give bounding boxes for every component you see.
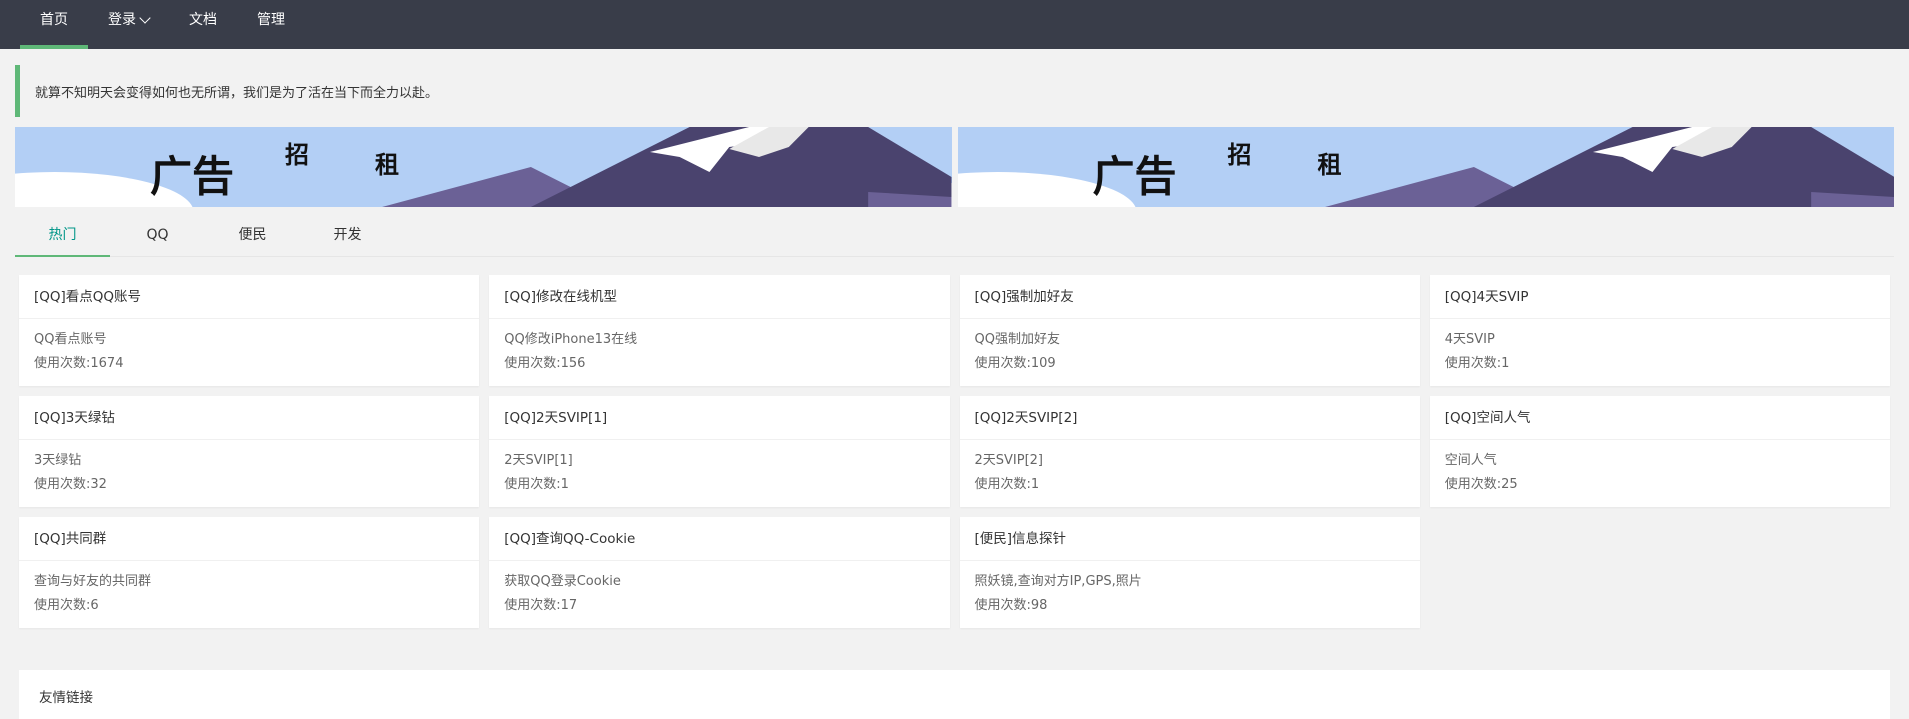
card-description: 查询与好友的共同群 <box>34 574 152 589</box>
ad-text-main: 广告 <box>150 152 235 201</box>
tool-card[interactable]: [QQ]3天绿钻 3天绿钻 使用次数:32 <box>19 396 480 507</box>
nav-item-docs[interactable]: 文档 <box>169 0 237 49</box>
card-title: [QQ]4天SVIP <box>1429 275 1890 319</box>
top-navbar: 首页 登录 文档 管理 <box>0 0 1909 49</box>
card-usage: 使用次数:25 <box>1444 477 1518 492</box>
friend-links-title: 友情链接 <box>39 690 93 706</box>
tab-dev[interactable]: 开发 <box>300 215 395 256</box>
card-description: QQ强制加好友 <box>974 332 1060 347</box>
card-title: [QQ]修改在线机型 <box>489 275 950 319</box>
tool-card[interactable]: [QQ]4天SVIP 4天SVIP 使用次数:1 <box>1429 275 1890 386</box>
nav-item-home[interactable]: 首页 <box>20 0 88 49</box>
nav-item-label: 登录 <box>108 12 136 28</box>
tool-card[interactable]: [QQ]查询QQ-Cookie 获取QQ登录Cookie 使用次数:17 <box>489 517 950 628</box>
card-usage: 使用次数:32 <box>34 477 107 492</box>
tool-card[interactable]: [QQ]2天SVIP[1] 2天SVIP[1] 使用次数:1 <box>489 396 950 507</box>
card-description: 照妖镜,查询对方IP,GPS,照片 <box>974 574 1142 589</box>
nav-item-label: 文档 <box>189 12 217 28</box>
chevron-down-icon <box>139 12 151 24</box>
card-usage: 使用次数:1 <box>1444 356 1510 371</box>
tool-card[interactable]: [QQ]看点QQ账号 QQ看点账号 使用次数:1674 <box>19 275 480 386</box>
card-title: [QQ]3天绿钻 <box>19 396 480 440</box>
card-title: [QQ]看点QQ账号 <box>19 275 480 319</box>
nav-item-label: 管理 <box>257 12 285 28</box>
ad-text-zu: 租 <box>1317 150 1342 179</box>
card-usage: 使用次数:1 <box>974 477 1040 492</box>
ad-banner-1[interactable]: 广告 招 租 <box>15 127 952 207</box>
card-title: [QQ]空间人气 <box>1429 396 1890 440</box>
ad-banners: 广告 招 租 广告 招 租 <box>15 127 1894 207</box>
nav-item-label: 首页 <box>40 12 68 28</box>
card-description: 获取QQ登录Cookie <box>504 574 621 589</box>
notice-text: 就算不知明天会变得如何也无所谓，我们是为了活在当下而全力以赴。 <box>35 85 439 101</box>
card-description: 2天SVIP[1] <box>504 453 573 468</box>
ad-text-zhao: 招 <box>285 140 309 169</box>
nav-item-admin[interactable]: 管理 <box>237 0 305 49</box>
tool-card[interactable]: [QQ]2天SVIP[2] 2天SVIP[2] 使用次数:1 <box>959 396 1420 507</box>
tool-card-grid: [QQ]看点QQ账号 QQ看点账号 使用次数:1674 [QQ]修改在线机型 Q… <box>15 275 1894 628</box>
card-description: 4天SVIP <box>1444 332 1495 347</box>
nav-item-login[interactable]: 登录 <box>88 0 169 49</box>
card-usage: 使用次数:98 <box>974 598 1048 613</box>
tab-qq[interactable]: QQ <box>110 215 205 256</box>
card-usage: 使用次数:109 <box>974 356 1056 371</box>
tool-card[interactable]: [QQ]强制加好友 QQ强制加好友 使用次数:109 <box>959 275 1420 386</box>
main-content: 就算不知明天会变得如何也无所谓，我们是为了活在当下而全力以赴。 广告 招 租 广… <box>0 65 1909 719</box>
card-usage: 使用次数:1 <box>504 477 569 492</box>
card-description: 空间人气 <box>1444 453 1497 468</box>
card-title: [便民]信息探针 <box>959 517 1420 561</box>
card-title: [QQ]查询QQ-Cookie <box>489 517 950 561</box>
card-description: 3天绿钻 <box>34 453 82 468</box>
tool-card[interactable]: [QQ]修改在线机型 QQ修改iPhone13在线 使用次数:156 <box>489 275 950 386</box>
notice-quote: 就算不知明天会变得如何也无所谓，我们是为了活在当下而全力以赴。 <box>15 65 1894 117</box>
ad-text-zu: 租 <box>375 150 399 179</box>
card-title: [QQ]强制加好友 <box>959 275 1420 319</box>
card-usage: 使用次数:1674 <box>34 356 124 371</box>
ad-text-zhao: 招 <box>1227 140 1252 169</box>
friend-links-panel: 友情链接 <box>19 670 1890 719</box>
tab-hot[interactable]: 热门 <box>15 215 110 257</box>
tab-convenience[interactable]: 便民 <box>205 215 300 256</box>
tool-card[interactable]: [QQ]空间人气 空间人气 使用次数:25 <box>1429 396 1890 507</box>
category-tabs: 热门 QQ 便民 开发 <box>15 215 1894 257</box>
card-title: [QQ]共同群 <box>19 517 480 561</box>
card-title: [QQ]2天SVIP[2] <box>959 396 1420 440</box>
card-description: QQ修改iPhone13在线 <box>504 332 638 347</box>
card-usage: 使用次数:6 <box>34 598 99 613</box>
ad-banner-2[interactable]: 广告 招 租 <box>957 127 1894 207</box>
tool-card[interactable]: [便民]信息探针 照妖镜,查询对方IP,GPS,照片 使用次数:98 <box>959 517 1420 628</box>
card-title: [QQ]2天SVIP[1] <box>489 396 950 440</box>
card-description: QQ看点账号 <box>34 332 107 347</box>
card-usage: 使用次数:156 <box>504 356 586 371</box>
tool-card[interactable]: [QQ]共同群 查询与好友的共同群 使用次数:6 <box>19 517 480 628</box>
card-description: 2天SVIP[2] <box>974 453 1044 468</box>
card-usage: 使用次数:17 <box>504 598 578 613</box>
ad-text-main: 广告 <box>1092 152 1177 201</box>
